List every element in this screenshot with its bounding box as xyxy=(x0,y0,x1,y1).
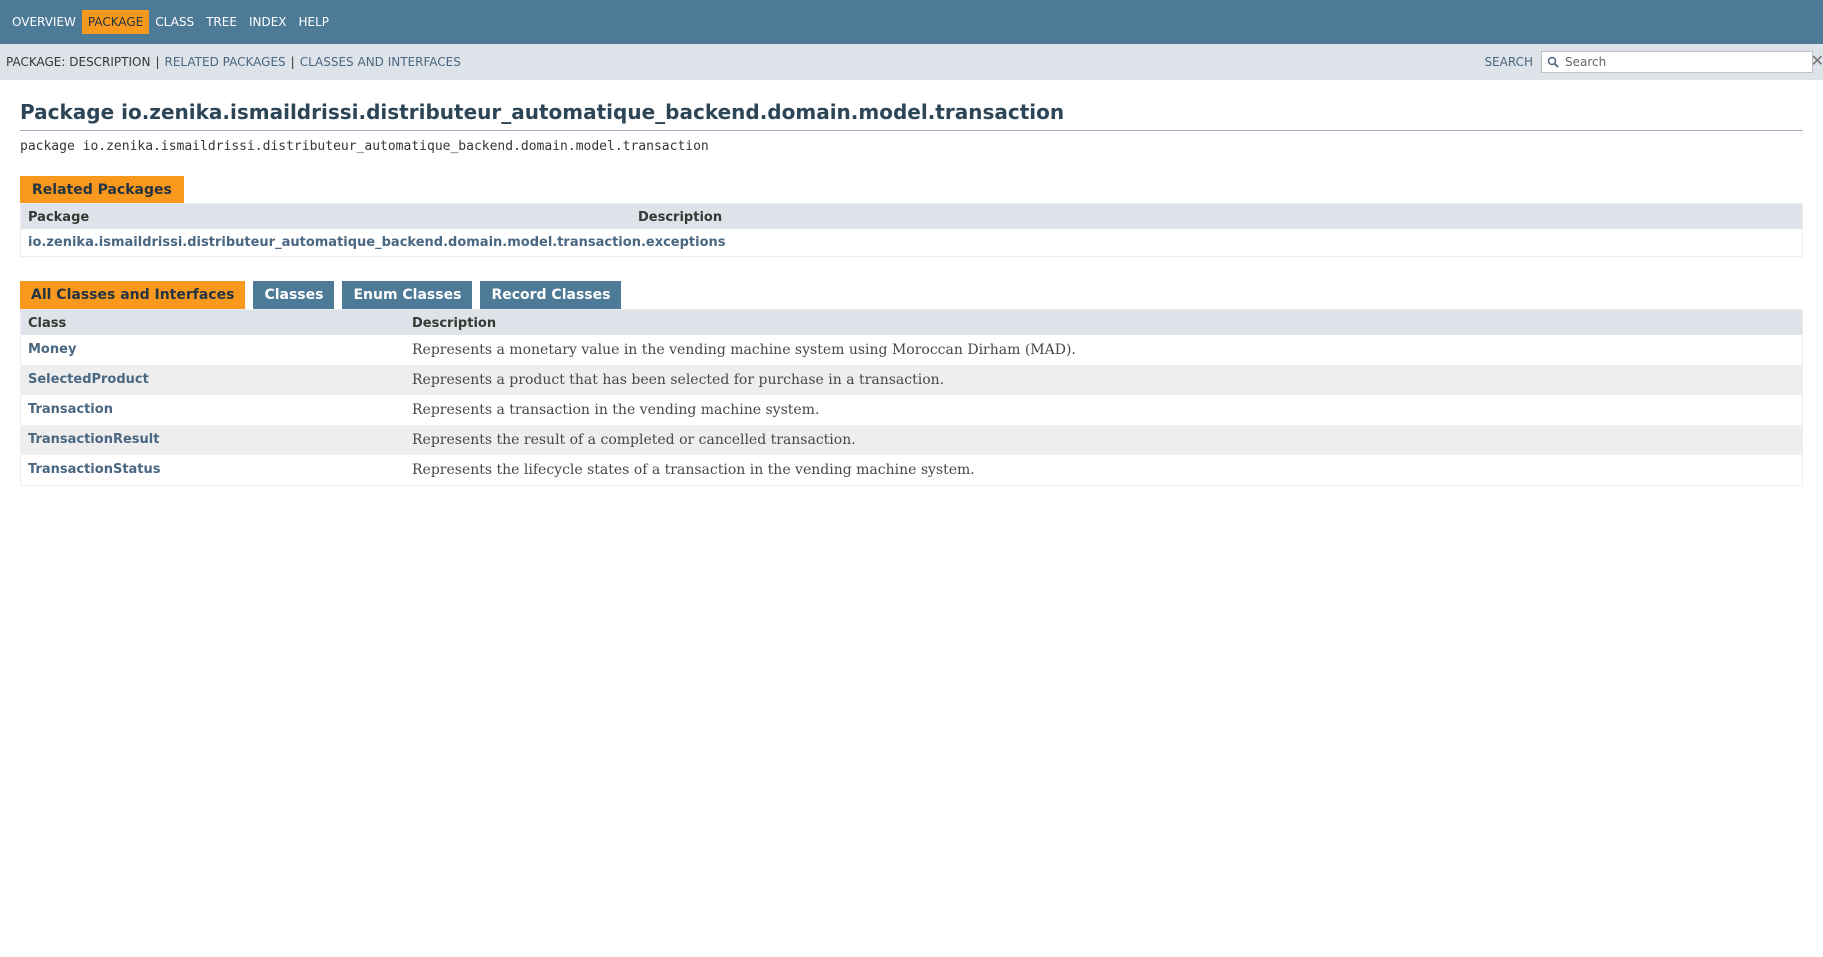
class-description: Represents a monetary value in the vendi… xyxy=(405,335,1803,365)
subnav-classes-interfaces-link[interactable]: CLASSES AND INTERFACES xyxy=(300,55,461,69)
tab-record-classes[interactable]: Record Classes xyxy=(480,281,622,309)
package-signature: package io.zenika.ismaildrissi.distribut… xyxy=(20,139,709,154)
search-input[interactable] xyxy=(1561,55,1769,69)
table-row: Money Represents a monetary value in the… xyxy=(20,335,1803,365)
close-icon[interactable]: ✕ xyxy=(1811,52,1823,70)
tab-all-classes-and-interfaces[interactable]: All Classes and Interfaces xyxy=(20,281,246,309)
class-link-money[interactable]: Money xyxy=(28,342,76,357)
search-box: ✕ xyxy=(1541,51,1823,73)
class-link-transaction[interactable]: Transaction xyxy=(28,402,113,417)
magnifier-icon xyxy=(1545,54,1561,70)
class-name-cell: TransactionStatus xyxy=(20,455,405,486)
column-header-class: Class xyxy=(20,309,405,335)
table-row: io.zenika.ismaildrissi.distributeur_auto… xyxy=(20,229,1803,257)
class-link-transactionresult[interactable]: TransactionResult xyxy=(28,432,159,447)
subnav-separator: | xyxy=(290,55,295,69)
table-row: Transaction Represents a transaction in … xyxy=(20,395,1803,425)
class-description: Represents a transaction in the vending … xyxy=(405,395,1803,425)
table-row: TransactionResult Represents the result … xyxy=(20,425,1803,455)
package-link[interactable]: io.zenika.ismaildrissi.distributeur_auto… xyxy=(28,235,726,250)
class-description: Represents the lifecycle states of a tra… xyxy=(405,455,1803,486)
nav-index[interactable]: INDEX xyxy=(243,10,293,34)
subnav-separator: | xyxy=(155,55,160,69)
table-row: TransactionStatus Represents the lifecyc… xyxy=(20,455,1803,486)
main-content: Package io.zenika.ismaildrissi.distribut… xyxy=(0,100,1823,486)
tab-enum-classes[interactable]: Enum Classes xyxy=(342,281,473,309)
related-packages-table: Package Description io.zenika.ismaildris… xyxy=(20,203,1803,257)
nav-package[interactable]: PACKAGE xyxy=(81,10,150,34)
subnav-related-packages-link[interactable]: RELATED PACKAGES xyxy=(165,55,286,69)
nav-help[interactable]: HELP xyxy=(293,10,336,34)
classes-table: Class Description Money Represents a mon… xyxy=(20,309,1803,486)
nav-tree[interactable]: TREE xyxy=(200,10,243,34)
page-title: Package io.zenika.ismaildrissi.distribut… xyxy=(20,100,1803,131)
column-header-description: Description xyxy=(405,309,1803,335)
subnav-current-label: PACKAGE: DESCRIPTION xyxy=(6,55,151,69)
package-cell: io.zenika.ismaildrissi.distributeur_auto… xyxy=(20,229,1803,257)
top-navigation: OVERVIEW PACKAGE CLASS TREE INDEX HELP xyxy=(0,0,1823,44)
column-header-package: Package xyxy=(20,203,631,229)
class-name-cell: SelectedProduct xyxy=(20,365,405,395)
class-description: Represents the result of a completed or … xyxy=(405,425,1803,455)
tab-classes[interactable]: Classes xyxy=(253,281,335,309)
class-name-cell: Money xyxy=(20,335,405,365)
class-filter-tabs: All Classes and Interfaces Classes Enum … xyxy=(20,281,1803,309)
search-label: SEARCH xyxy=(1484,55,1533,69)
class-name-cell: Transaction xyxy=(20,395,405,425)
related-packages-caption: Related Packages xyxy=(20,176,184,203)
nav-class[interactable]: CLASS xyxy=(149,10,200,34)
column-header-description: Description xyxy=(631,203,1803,229)
class-name-cell: TransactionResult xyxy=(20,425,405,455)
sub-navigation: PACKAGE: DESCRIPTION | RELATED PACKAGES … xyxy=(0,44,1823,80)
class-link-transactionstatus[interactable]: TransactionStatus xyxy=(28,462,161,477)
class-description: Represents a product that has been selec… xyxy=(405,365,1803,395)
class-link-selectedproduct[interactable]: SelectedProduct xyxy=(28,372,149,387)
nav-overview[interactable]: OVERVIEW xyxy=(6,10,82,34)
table-row: SelectedProduct Represents a product tha… xyxy=(20,365,1803,395)
